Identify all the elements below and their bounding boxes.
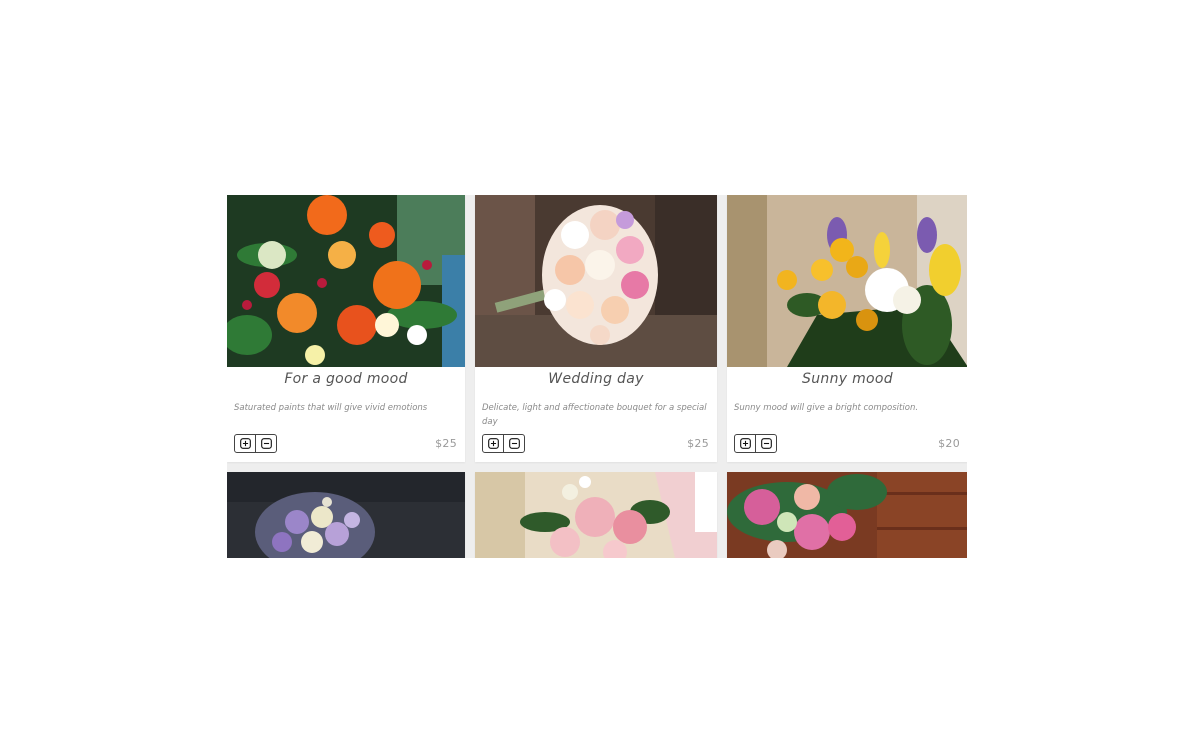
product-price: $20	[938, 436, 960, 450]
product-price: $25	[687, 436, 709, 450]
product-card: Sunny mood Sunny mood will give a bright…	[727, 195, 967, 462]
product-image[interactable]	[475, 195, 717, 367]
product-card: Wedding day Delicate, light and affectio…	[475, 195, 717, 462]
product-image[interactable]	[475, 472, 717, 558]
product-footer: $20	[734, 433, 960, 453]
plus-square-icon[interactable]	[235, 435, 255, 452]
product-grid: For a good mood Saturated paints that wi…	[227, 195, 967, 558]
product-footer: $25	[234, 433, 457, 453]
product-description: Delicate, light and affectionate bouquet…	[482, 403, 707, 427]
quantity-controls	[734, 433, 777, 453]
quantity-controls	[234, 433, 277, 453]
product-price: $25	[435, 436, 457, 450]
product-card	[727, 472, 967, 558]
product-image[interactable]	[727, 195, 967, 367]
product-image[interactable]	[227, 195, 465, 367]
product-title: For a good mood	[284, 371, 408, 387]
quantity-controls	[482, 433, 525, 453]
product-card	[227, 472, 465, 558]
product-description: Sunny mood will give a bright compositio…	[734, 403, 919, 413]
minus-square-icon[interactable]	[255, 434, 276, 452]
product-title: Wedding day	[548, 371, 644, 387]
minus-square-icon[interactable]	[503, 434, 524, 452]
minus-square-icon[interactable]	[755, 434, 776, 452]
product-footer: $25	[482, 433, 709, 453]
product-description: Saturated paints that will give vivid em…	[234, 403, 428, 413]
plus-square-icon[interactable]	[735, 435, 755, 452]
product-card: For a good mood Saturated paints that wi…	[227, 195, 465, 462]
plus-square-icon[interactable]	[483, 435, 503, 452]
product-image[interactable]	[727, 472, 967, 558]
product-title: Sunny mood	[802, 371, 893, 387]
product-card	[475, 472, 717, 558]
product-image[interactable]	[227, 472, 465, 558]
product-grid-viewport: For a good mood Saturated paints that wi…	[227, 195, 967, 558]
